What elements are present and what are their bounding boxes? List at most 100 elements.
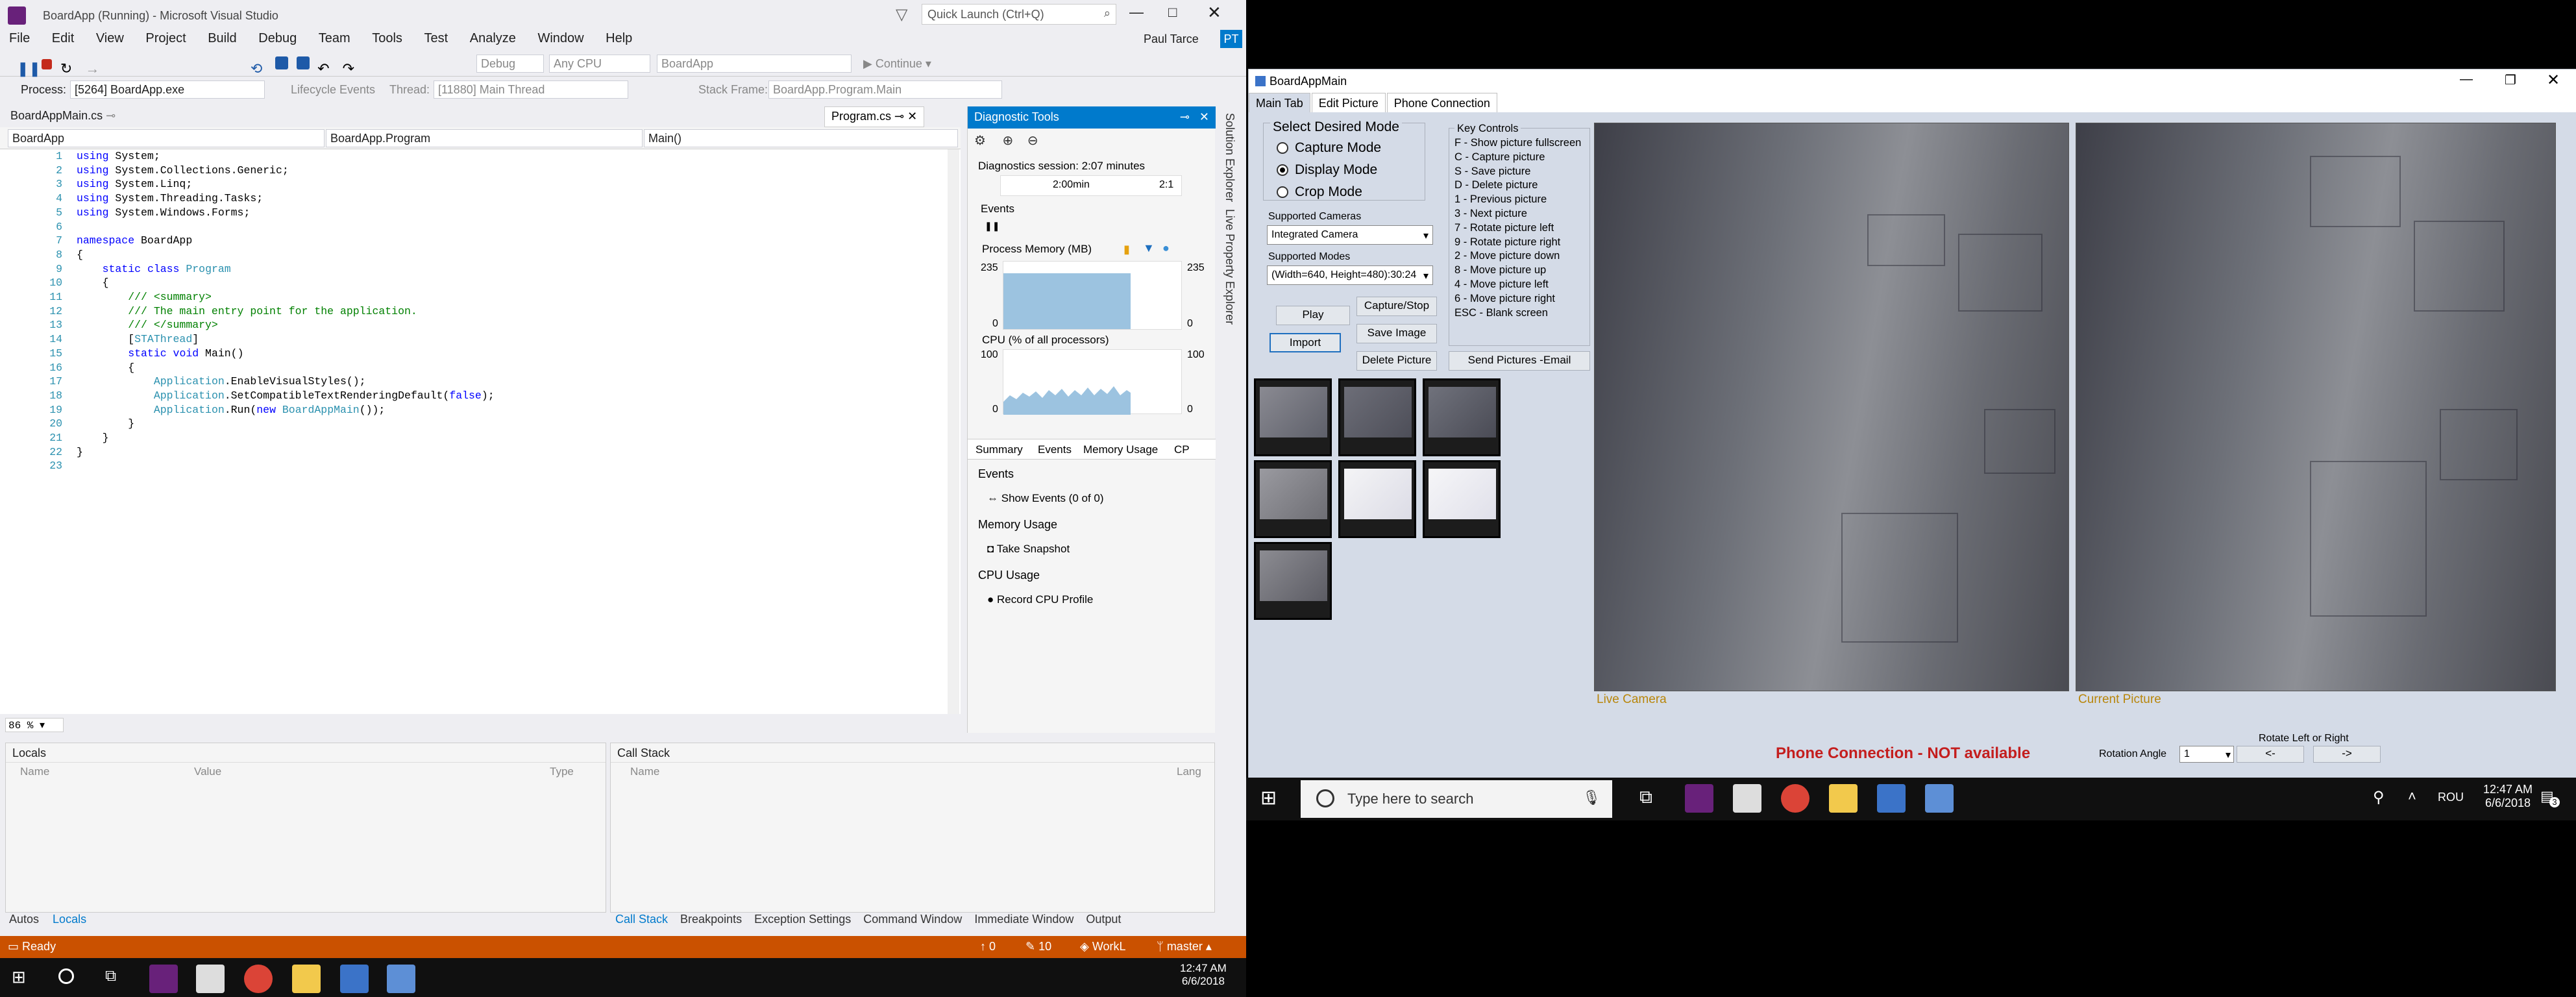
code-line[interactable] bbox=[77, 459, 495, 473]
search-box[interactable]: Type here to search 🎙 bbox=[1301, 780, 1612, 818]
process-dropdown[interactable]: [5264] BoardApp.exe bbox=[70, 80, 265, 99]
thumbnail-7[interactable] bbox=[1254, 542, 1332, 620]
capture-stop-button[interactable]: Capture/Stop bbox=[1356, 297, 1437, 316]
tab-events[interactable]: Events bbox=[1038, 443, 1072, 456]
callstack-col-name[interactable]: Name bbox=[630, 765, 659, 778]
camera-dropdown[interactable]: Integrated Camera ▾ bbox=[1267, 225, 1433, 245]
menu-window[interactable]: Window bbox=[528, 29, 593, 49]
unpushed-count[interactable]: ↑ 0 bbox=[980, 940, 996, 954]
tab-locals[interactable]: Locals bbox=[53, 913, 86, 926]
code-line[interactable]: Application.SetCompatibleTextRenderingDe… bbox=[77, 389, 495, 403]
thumbnail-2[interactable] bbox=[1338, 378, 1416, 456]
code-line[interactable] bbox=[77, 220, 495, 234]
rotate-left-button[interactable]: <- bbox=[2237, 746, 2304, 763]
windows-start-icon[interactable]: ⊞ bbox=[1260, 787, 1277, 809]
redo-icon[interactable]: ↷ bbox=[343, 60, 360, 77]
tab-main[interactable]: Main Tab bbox=[1249, 93, 1310, 114]
show-events-link[interactable]: ⇔ Show Events (0 of 0) bbox=[987, 492, 1104, 505]
code-text[interactable]: using System; using System.Collections.Ge… bbox=[77, 149, 495, 473]
close-icon[interactable]: ✕ bbox=[1199, 110, 1209, 124]
tab-immediate-window[interactable]: Immediate Window bbox=[974, 913, 1073, 926]
stack-frame-dropdown[interactable]: BoardApp.Program.Main bbox=[768, 80, 1002, 99]
code-line[interactable]: using System.Threading.Tasks; bbox=[77, 191, 495, 206]
menu-edit[interactable]: Edit bbox=[43, 29, 83, 49]
thumbnail-6[interactable] bbox=[1423, 460, 1501, 538]
gear-icon[interactable]: ⚙ bbox=[974, 134, 986, 148]
code-line[interactable]: Application.EnableVisualStyles(); bbox=[77, 375, 495, 389]
tab-cpu[interactable]: CP bbox=[1174, 443, 1190, 456]
app-taskbar-icon[interactable] bbox=[1877, 784, 1906, 813]
visual-studio-taskbar-icon[interactable] bbox=[149, 965, 178, 993]
pending-edits[interactable]: ✎ 10 bbox=[1025, 940, 1051, 954]
zoom-dropdown[interactable]: 86 % ▾ bbox=[5, 718, 64, 732]
events-section-label[interactable]: Events bbox=[981, 203, 1014, 215]
menu-view[interactable]: View bbox=[87, 29, 133, 49]
branch-name[interactable]: ᛘ master ▴ bbox=[1157, 940, 1212, 954]
close-icon[interactable]: ✕ bbox=[907, 110, 917, 123]
stop-icon[interactable] bbox=[42, 59, 53, 69]
pause-icon[interactable]: ❚❚ bbox=[17, 60, 41, 77]
code-line[interactable]: Application.Run(new BoardAppMain()); bbox=[77, 403, 495, 417]
code-line[interactable]: namespace BoardApp bbox=[77, 234, 495, 248]
menu-test[interactable]: Test bbox=[415, 29, 457, 49]
task-view-icon[interactable]: ⧉ bbox=[105, 967, 116, 985]
delete-picture-button[interactable]: Delete Picture bbox=[1356, 351, 1437, 371]
project-nav-dropdown[interactable]: BoardApp bbox=[8, 129, 325, 147]
pin-icon[interactable]: ⊸ bbox=[894, 110, 904, 123]
maximize-button[interactable]: □ bbox=[1168, 4, 1177, 21]
lifecycle-events-button[interactable]: Lifecycle Events bbox=[291, 83, 375, 97]
boardapp-taskbar-icon[interactable] bbox=[387, 965, 415, 993]
tab-edit-picture[interactable]: Edit Picture bbox=[1311, 93, 1386, 114]
mail-taskbar-icon[interactable] bbox=[196, 965, 225, 993]
side-tab-live-property-explorer[interactable]: Live Property Explorer bbox=[1223, 209, 1236, 325]
take-snapshot-link[interactable]: ◘ Take Snapshot bbox=[987, 543, 1070, 556]
menu-analyze[interactable]: Analyze bbox=[461, 29, 525, 49]
code-line[interactable]: static class Program bbox=[77, 262, 495, 277]
code-line[interactable]: using System.Windows.Forms; bbox=[77, 206, 495, 220]
locals-col-type[interactable]: Type bbox=[550, 765, 574, 778]
menu-tools[interactable]: Tools bbox=[363, 29, 411, 49]
locals-col-name[interactable]: Name bbox=[20, 765, 49, 778]
task-view-icon[interactable]: ⧉ bbox=[1639, 787, 1652, 808]
filter-icon[interactable]: ▽ bbox=[896, 5, 907, 24]
pin-icon[interactable]: ⊸ bbox=[1180, 110, 1190, 124]
locals-col-value[interactable]: Value bbox=[194, 765, 221, 778]
send-pictures-button[interactable]: Send Pictures -Email bbox=[1449, 351, 1590, 371]
menu-help[interactable]: Help bbox=[596, 29, 641, 49]
code-line[interactable]: using System.Collections.Generic; bbox=[77, 164, 495, 178]
code-line[interactable]: /// <summary> bbox=[77, 290, 495, 304]
import-button[interactable]: Import bbox=[1270, 333, 1341, 352]
tab-output[interactable]: Output bbox=[1086, 913, 1121, 926]
step-icon[interactable]: → bbox=[85, 60, 102, 77]
class-nav-dropdown[interactable]: BoardApp.Program bbox=[326, 129, 643, 147]
zoom-out-icon[interactable]: ⊖ bbox=[1027, 134, 1038, 148]
code-line[interactable]: { bbox=[77, 248, 495, 262]
notifications-button[interactable]: ▤ 3 bbox=[2540, 788, 2560, 807]
code-line[interactable]: [STAThread] bbox=[77, 332, 495, 347]
close-button[interactable]: ✕ bbox=[2547, 71, 2560, 90]
save-all-icon[interactable] bbox=[296, 56, 310, 69]
restore-button[interactable]: ❐ bbox=[2505, 72, 2516, 88]
minimize-button[interactable]: — bbox=[2460, 72, 2473, 87]
tab-autos[interactable]: Autos bbox=[9, 913, 39, 926]
code-editor[interactable]: 1 2 3 4 5 6 7 8 9 10 11 12 13 14 15 16 17 18 19 20 21 22 23 us… bbox=[0, 149, 961, 732]
code-line[interactable]: { bbox=[77, 276, 495, 290]
events-pause-icon[interactable]: ❚❚ bbox=[985, 221, 1000, 232]
tab-summary[interactable]: Summary bbox=[975, 443, 1023, 456]
app-taskbar-icon[interactable] bbox=[340, 965, 369, 993]
tab-boardappmain-cs[interactable]: BoardAppMain.cs ⊸ bbox=[10, 109, 116, 123]
show-hidden-icons[interactable]: ˄ bbox=[2408, 788, 2416, 805]
code-line[interactable]: using System.Linq; bbox=[77, 177, 495, 191]
tab-breakpoints[interactable]: Breakpoints bbox=[680, 913, 742, 926]
tab-phone-connection[interactable]: Phone Connection bbox=[1386, 93, 1497, 114]
microphone-icon[interactable]: 🎙 bbox=[1582, 789, 1601, 806]
zoom-in-icon[interactable]: ⊕ bbox=[1003, 134, 1014, 148]
code-line[interactable]: } bbox=[77, 417, 495, 431]
file-explorer-taskbar-icon[interactable] bbox=[292, 965, 321, 993]
menu-file[interactable]: File bbox=[0, 29, 39, 49]
radio-crop-mode[interactable]: Crop Mode bbox=[1277, 184, 1362, 200]
code-line[interactable]: static void Main() bbox=[77, 347, 495, 361]
chrome-taskbar-icon[interactable] bbox=[244, 965, 273, 993]
minimize-button[interactable]: — bbox=[1129, 4, 1144, 21]
radio-display-mode[interactable]: Display Mode bbox=[1277, 162, 1377, 178]
